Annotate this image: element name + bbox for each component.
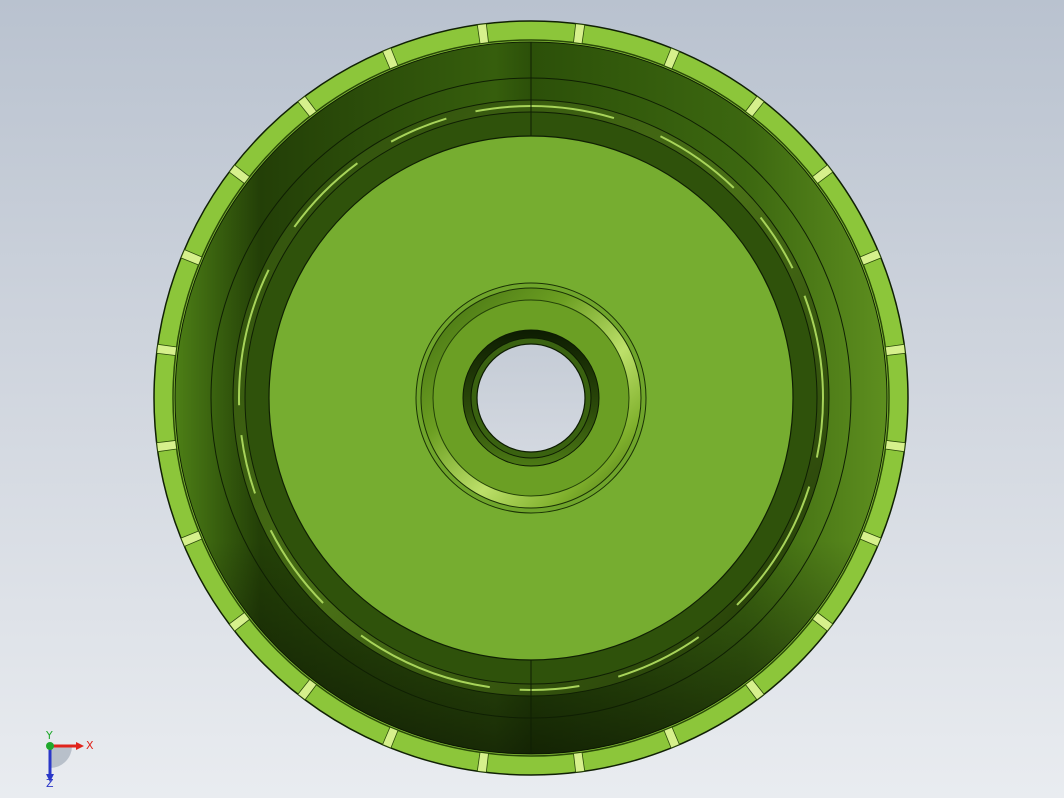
- cad-viewport[interactable]: [0, 0, 1064, 798]
- triad-shadow: [50, 746, 72, 768]
- y-axis-label: Y: [45, 729, 53, 742]
- center-hole: [476, 343, 586, 453]
- z-axis-label: Z: [46, 777, 54, 788]
- axis-triad: X Y Z: [45, 729, 94, 788]
- x-axis-label: X: [86, 739, 94, 752]
- y-axis-dot: [46, 742, 54, 750]
- x-axis-head: [76, 742, 84, 750]
